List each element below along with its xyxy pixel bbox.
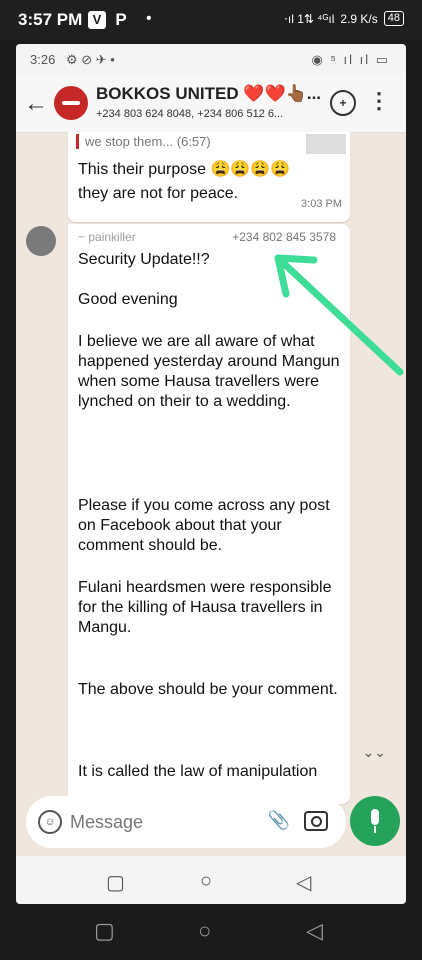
back-arrow-icon[interactable]: ← <box>24 90 48 118</box>
group-name[interactable]: BOKKOS UNITED ❤️❤️👆🏾... <box>96 84 321 104</box>
message-line-6: The above should be your comment. <box>78 681 338 698</box>
whatsapp-screenshot: 3:26 ⚙ ⊘ ✈ • ◉ ⁵ ıl ıl ▭ ← BOKKOS UNITED… <box>16 44 406 904</box>
menu-icon[interactable]: ⋮ <box>368 88 390 114</box>
outer-status-bar: 3:57 PM V P • ⋅ıl 1⇅ ⁴ᴳıl 2.9 K/s 48 <box>0 0 422 40</box>
chat-area[interactable]: we stop them... (6:57) This their purpos… <box>16 132 406 804</box>
chat-header: ← BOKKOS UNITED ❤️❤️👆🏾... +234 803 624 8… <box>16 74 406 133</box>
app-notification-icon-p: P <box>115 10 127 29</box>
outer-recents-icon[interactable]: ▢ <box>94 918 115 944</box>
mic-button[interactable] <box>350 796 400 846</box>
inner-status-bar: 3:26 ⚙ ⊘ ✈ • ◉ ⁵ ıl ıl ▭ <box>16 44 406 74</box>
app-notification-icon-v: V <box>88 11 106 29</box>
inner-nav-bar: ▢ ○ ◁ <box>16 856 406 904</box>
camera-icon[interactable] <box>304 811 328 831</box>
message-input[interactable]: Message <box>70 812 143 833</box>
annotation-arrow <box>274 254 404 376</box>
message-line-7: It is called the law of manipulation <box>78 763 318 780</box>
message-composer[interactable]: ☺ Message 📎 <box>26 796 346 848</box>
outer-back-icon[interactable]: ◁ <box>306 918 323 944</box>
notification-dot: • <box>146 10 152 27</box>
group-call-icon[interactable]: + <box>330 90 356 116</box>
outer-nav-bar: ▢ ○ ◁ <box>0 904 422 960</box>
outer-home-icon[interactable]: ○ <box>198 918 211 944</box>
outer-status-right: ⋅ıl 1⇅ ⁴ᴳıl 2.9 K/s 48 <box>284 11 404 26</box>
outer-time: 3:57 PM <box>18 10 83 29</box>
group-members[interactable]: +234 803 624 8048, +234 806 512 6... <box>96 108 336 120</box>
inner-home-icon[interactable]: ○ <box>200 870 212 893</box>
inner-status-right: ◉ ⁵ ıl ıl ▭ <box>311 52 390 67</box>
emoji-icon[interactable]: ☺ <box>38 810 62 834</box>
inner-back-icon[interactable]: ◁ <box>296 870 311 895</box>
inner-status-icons: ⚙ ⊘ ✈ • <box>66 52 115 67</box>
attach-icon[interactable]: 📎 <box>268 810 290 831</box>
inner-recents-icon[interactable]: ▢ <box>106 870 125 895</box>
inner-time: 3:26 <box>30 52 56 67</box>
scroll-down-icon[interactable]: ⌄⌄ <box>363 744 386 761</box>
network-speed: 2.9 K/s <box>340 11 378 26</box>
signal-icon: ⋅ıl 1⇅ ⁴ᴳıl <box>284 11 335 26</box>
message-line-5: Fulani heardsmen were responsible for th… <box>78 579 332 636</box>
group-avatar[interactable] <box>54 86 88 120</box>
battery-icon: 48 <box>383 11 404 26</box>
message-line-4: Please if you come across any post on Fa… <box>78 497 330 554</box>
